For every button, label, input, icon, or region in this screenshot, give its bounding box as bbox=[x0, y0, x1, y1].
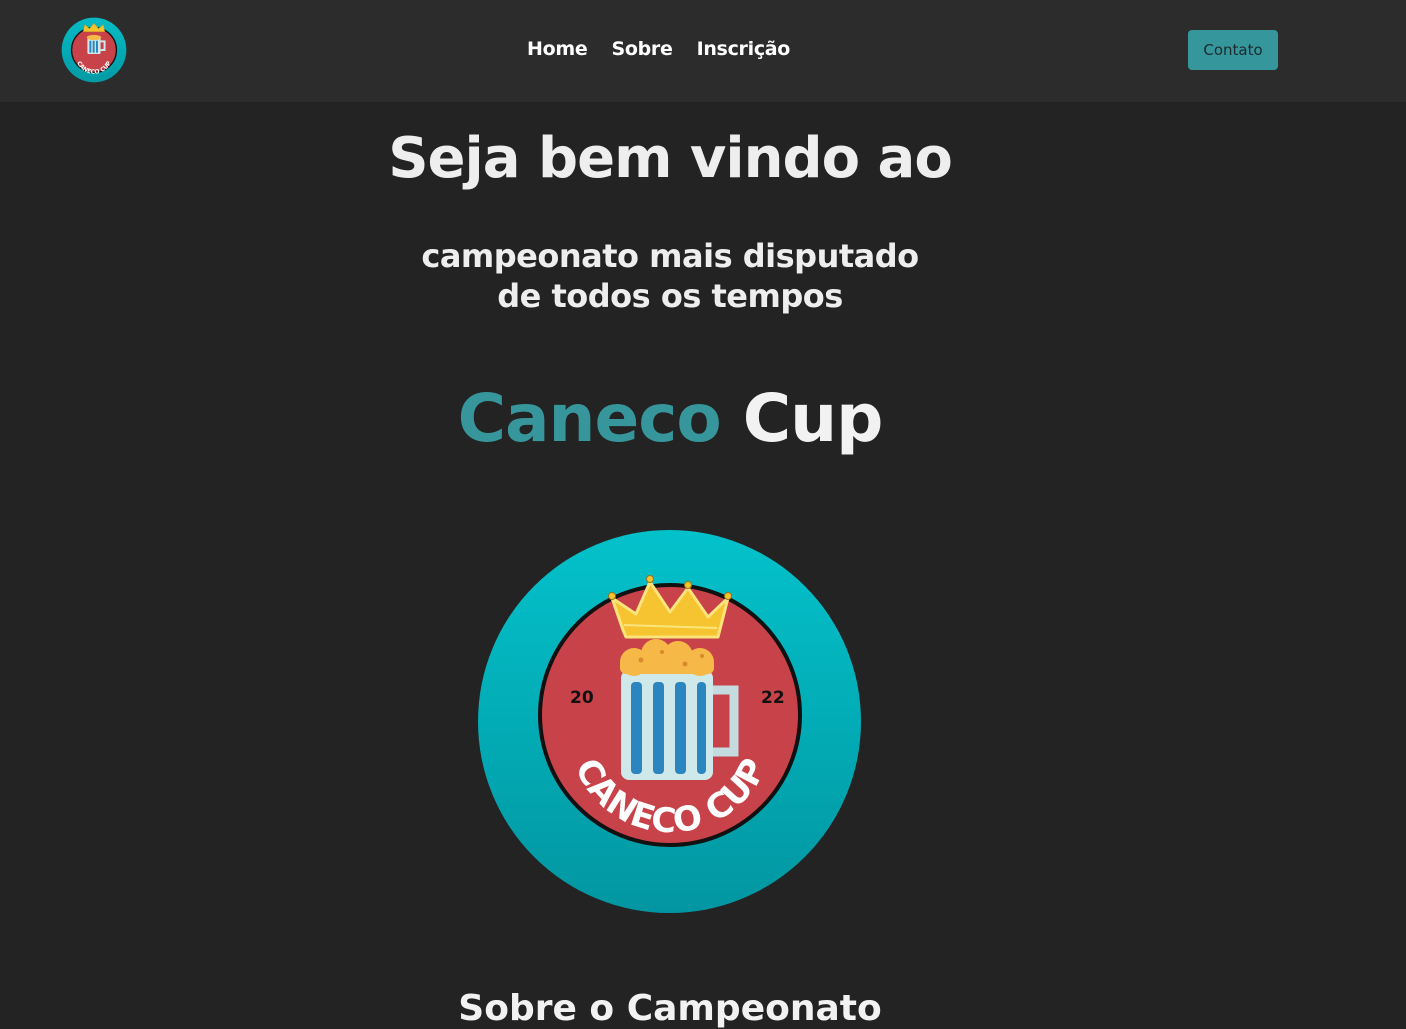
navbar: CANECO CUP Home Sobre Inscrição Contato bbox=[0, 0, 1406, 102]
caneco-cup-logo: 20 22 CANECO CUP bbox=[478, 530, 861, 913]
brand-title: Caneco Cup bbox=[0, 380, 1340, 457]
nav-link-inscricao[interactable]: Inscrição bbox=[697, 38, 791, 60]
hero-subtitle: campeonato mais disputado de todos os te… bbox=[0, 236, 1340, 316]
nav-link-home[interactable]: Home bbox=[527, 38, 588, 60]
nav-logo[interactable]: CANECO CUP bbox=[61, 17, 127, 83]
hero-subtitle-line1: campeonato mais disputado bbox=[421, 237, 919, 275]
logo-year-right: 22 bbox=[761, 688, 785, 708]
nav-links: Home Sobre Inscrição bbox=[527, 38, 790, 60]
brand-title-second: Cup bbox=[742, 380, 884, 457]
section-heading-sobre: Sobre o Campeonato bbox=[458, 988, 882, 1029]
logo-year-left: 20 bbox=[570, 688, 594, 708]
brand-title-first: Caneco bbox=[457, 380, 722, 457]
hero-title: Seja bem vindo ao bbox=[388, 126, 953, 191]
hero-subtitle-line2: de todos os tempos bbox=[497, 277, 843, 315]
nav-link-sobre[interactable]: Sobre bbox=[611, 38, 672, 60]
contact-button[interactable]: Contato bbox=[1188, 30, 1278, 70]
